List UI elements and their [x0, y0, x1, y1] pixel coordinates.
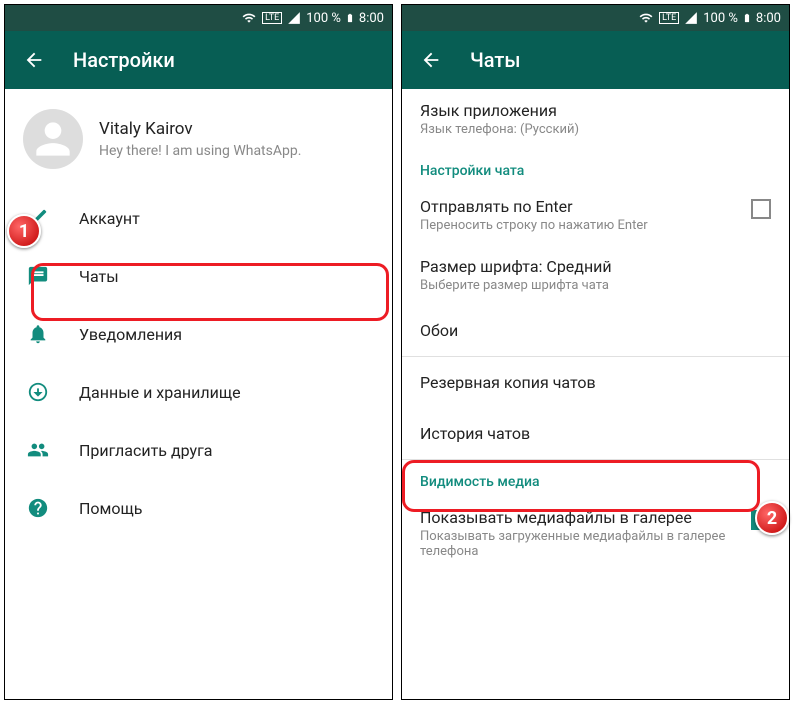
setting-label: Показывать медиафайлы в галерее	[420, 508, 741, 527]
setting-media-visibility[interactable]: Показывать медиафайлы в галерее Показыва…	[402, 496, 789, 571]
menu-label: Уведомления	[79, 325, 182, 344]
statusbar: LTE 100 % 8:00	[402, 5, 789, 31]
wifi-icon	[240, 11, 258, 25]
menu-help[interactable]: Помощь	[5, 479, 392, 537]
menu-account[interactable]: Аккаунт	[5, 189, 392, 247]
people-icon	[27, 439, 49, 461]
setting-sublabel: Язык телефона: (Русский)	[420, 122, 579, 137]
time-label: 8:00	[756, 11, 781, 26]
page-title: Настройки	[73, 48, 175, 72]
lte-label: LTE	[659, 12, 679, 24]
menu-label: Пригласить друга	[79, 441, 213, 460]
time-label: 8:00	[359, 11, 384, 26]
wifi-icon	[637, 11, 655, 25]
signal-icon	[286, 11, 302, 25]
page-title: Чаты	[470, 48, 520, 72]
profile-status: Hey there! I am using WhatsApp.	[99, 143, 301, 159]
step-marker-1: 1	[7, 214, 41, 248]
setting-sublabel: Переносить строку по нажатию Enter	[420, 218, 648, 233]
setting-sublabel: Выберите размер шрифта чата	[420, 278, 612, 293]
setting-wallpaper[interactable]: Обои	[402, 305, 789, 356]
section-chat-settings: Настройки чата	[402, 149, 789, 185]
avatar	[23, 109, 83, 169]
header: Чаты	[402, 31, 789, 89]
data-icon	[27, 381, 49, 403]
section-media: Видимость медиа	[402, 460, 789, 496]
back-icon[interactable]	[23, 49, 45, 71]
setting-label: Язык приложения	[420, 101, 579, 120]
bell-icon	[27, 323, 49, 345]
setting-history[interactable]: История чатов	[402, 408, 789, 459]
phone-settings: LTE 100 % 8:00 Настройки Vitaly Kairov H…	[4, 4, 393, 700]
setting-enter[interactable]: Отправлять по Enter Переносить строку по…	[402, 185, 789, 245]
checkbox-enter[interactable]	[751, 199, 771, 219]
menu-invite[interactable]: Пригласить друга	[5, 421, 392, 479]
battery-icon	[742, 10, 752, 26]
menu-data[interactable]: Данные и хранилище	[5, 363, 392, 421]
setting-font[interactable]: Размер шрифта: Средний Выберите размер ш…	[402, 245, 789, 305]
profile-name: Vitaly Kairov	[99, 119, 301, 139]
header: Настройки	[5, 31, 392, 89]
battery-label: 100 %	[703, 11, 738, 26]
back-icon[interactable]	[420, 49, 442, 71]
menu-chats[interactable]: Чаты	[5, 247, 392, 305]
statusbar: LTE 100 % 8:00	[5, 5, 392, 31]
setting-language[interactable]: Язык приложения Язык телефона: (Русский)	[402, 89, 789, 149]
setting-label: Размер шрифта: Средний	[420, 257, 612, 276]
battery-icon	[345, 10, 355, 26]
setting-sublabel: Показывать загруженные медиафайлы в гале…	[420, 529, 741, 559]
signal-icon	[683, 11, 699, 25]
menu-label: Чаты	[79, 267, 119, 286]
battery-label: 100 %	[306, 11, 341, 26]
chat-icon	[27, 265, 49, 287]
setting-backup[interactable]: Резервная копия чатов	[402, 357, 789, 408]
menu-notifications[interactable]: Уведомления	[5, 305, 392, 363]
profile-text: Vitaly Kairov Hey there! I am using What…	[99, 119, 301, 159]
setting-label: Отправлять по Enter	[420, 197, 648, 216]
menu-label: Помощь	[79, 499, 142, 518]
phone-chats: LTE 100 % 8:00 Чаты Язык приложения Язык…	[401, 4, 790, 700]
lte-label: LTE	[262, 12, 282, 24]
step-marker-2: 2	[755, 501, 789, 535]
help-icon	[27, 497, 49, 519]
profile-row[interactable]: Vitaly Kairov Hey there! I am using What…	[5, 89, 392, 189]
menu-label: Данные и хранилище	[79, 383, 241, 402]
menu-label: Аккаунт	[79, 209, 140, 228]
